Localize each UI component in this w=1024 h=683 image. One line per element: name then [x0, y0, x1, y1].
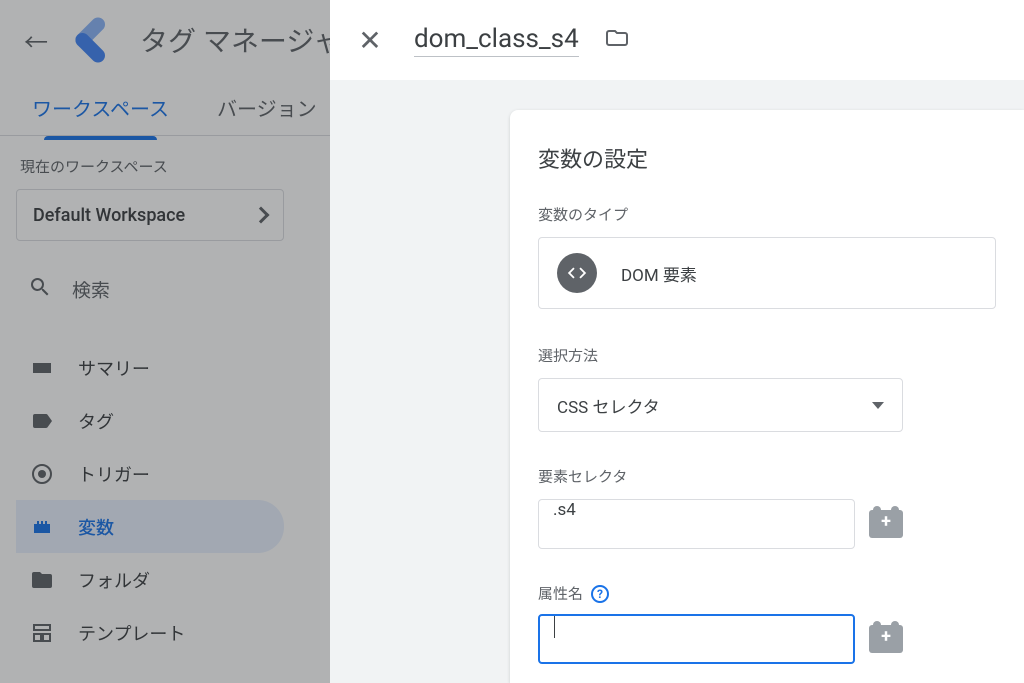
element-selector-value: .s4: [553, 500, 576, 520]
help-icon[interactable]: ?: [591, 585, 609, 603]
variable-name-input[interactable]: dom_class_s4: [414, 24, 579, 57]
variable-type-picker[interactable]: DOM 要素: [538, 237, 996, 309]
variable-config-card: 変数の設定 変数のタイプ DOM 要素 選択方法 CSS セレクタ 要素セレクタ…: [510, 110, 1024, 683]
attribute-name-input[interactable]: [538, 614, 855, 664]
panel-header: ✕ dom_class_s4: [330, 0, 1024, 80]
variable-type-value: DOM 要素: [621, 261, 697, 286]
element-selector-label: 要素セレクタ: [538, 466, 996, 487]
select-method-label: 選択方法: [538, 345, 996, 366]
attribute-label: 属性名: [538, 583, 583, 604]
select-method-value: CSS セレクタ: [557, 393, 660, 418]
insert-variable-button[interactable]: [869, 510, 903, 538]
text-cursor: [554, 616, 555, 638]
insert-variable-button[interactable]: [869, 625, 903, 653]
variable-editor-panel: ✕ dom_class_s4 変数の設定 変数のタイプ DOM 要素 選択方法 …: [330, 0, 1024, 683]
card-title: 変数の設定: [538, 142, 996, 174]
code-icon: [557, 253, 597, 293]
close-icon[interactable]: ✕: [350, 24, 390, 57]
type-label: 変数のタイプ: [538, 204, 996, 225]
folder-open-icon[interactable]: [603, 26, 631, 54]
select-method-dropdown[interactable]: CSS セレクタ: [538, 378, 903, 432]
chevron-down-icon: [872, 402, 884, 409]
element-selector-input[interactable]: .s4: [538, 499, 855, 549]
